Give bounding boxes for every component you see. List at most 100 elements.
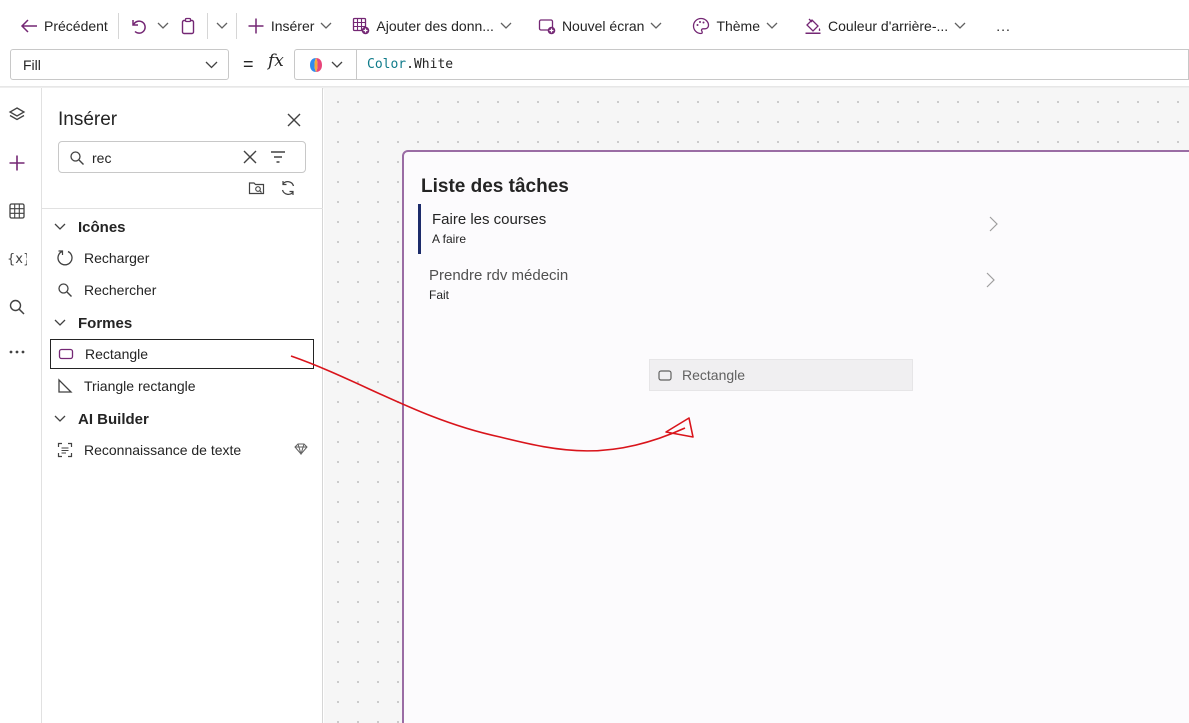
more-label: ... xyxy=(996,18,1011,34)
chevron-down-icon xyxy=(331,61,343,68)
background-color-button[interactable]: Couleur d'arrière-... xyxy=(798,10,972,42)
undo-button[interactable] xyxy=(123,10,153,42)
folder-search-icon[interactable] xyxy=(248,180,266,196)
divider xyxy=(117,13,119,39)
section-header-icons[interactable]: Icônes xyxy=(54,215,126,239)
rectangle-icon xyxy=(658,369,672,381)
left-rail: {x} xyxy=(0,88,42,723)
formula-input[interactable]: Color .White xyxy=(356,49,1189,80)
copilot-button[interactable] xyxy=(294,49,356,80)
formula-bar: Fill = fx Color .White xyxy=(0,48,1189,84)
chevron-down-icon xyxy=(500,22,512,29)
close-panel-button[interactable] xyxy=(284,110,304,130)
insert-item-triangle-rectangle[interactable]: Triangle rectangle xyxy=(50,371,314,401)
paste-dropdown[interactable] xyxy=(212,10,232,42)
palette-icon xyxy=(693,17,710,35)
insert-label: Insérer xyxy=(270,18,315,34)
divider xyxy=(235,13,237,39)
property-selector[interactable]: Fill xyxy=(10,49,229,80)
rectangle-icon xyxy=(57,345,75,363)
fx-label: fx xyxy=(268,51,284,71)
add-data-button[interactable]: Ajouter des donn... xyxy=(346,10,518,42)
insert-panel: Insérer Icônes Recharger Rechercher Form… xyxy=(42,88,323,723)
item-label: Rechercher xyxy=(84,282,157,298)
text-recognition-icon xyxy=(56,441,74,459)
section-label: Icônes xyxy=(78,218,126,236)
theme-label: Thème xyxy=(716,18,761,34)
clipboard-icon xyxy=(181,17,195,35)
gallery-row[interactable]: Prendre rdv médecin Fait xyxy=(418,260,1000,310)
insert-item-rectangle[interactable]: Rectangle xyxy=(50,339,314,369)
row-subtitle: A faire xyxy=(432,232,467,246)
panel-tools xyxy=(248,180,296,196)
close-icon xyxy=(287,113,301,127)
plus-icon xyxy=(9,155,25,171)
chevron-down-icon xyxy=(54,319,66,326)
search-rail-button[interactable] xyxy=(0,290,34,324)
chevron-right-icon[interactable] xyxy=(989,216,998,232)
back-button[interactable]: Précédent xyxy=(14,10,114,42)
chevron-down-icon xyxy=(54,223,66,230)
svg-text:{x}: {x} xyxy=(7,252,27,267)
app-screen[interactable]: Liste des tâches Faire les courses A fai… xyxy=(402,150,1189,723)
new-screen-icon xyxy=(538,19,556,35)
undo-icon xyxy=(132,20,146,34)
insert-item-text-recognition[interactable]: Reconnaissance de texte xyxy=(50,435,314,465)
table-icon xyxy=(9,203,25,219)
clear-search-icon[interactable] xyxy=(243,150,257,164)
row-title: Faire les courses xyxy=(432,211,547,228)
equals-sign: = xyxy=(243,54,254,74)
gallery-row[interactable]: Faire les courses A faire xyxy=(418,204,1000,254)
insert-button[interactable]: Insérer xyxy=(241,10,339,42)
chevron-down-icon xyxy=(766,22,778,29)
paste-button[interactable] xyxy=(173,10,203,42)
undo-dropdown[interactable] xyxy=(153,10,173,42)
chevron-down-icon xyxy=(157,22,169,29)
refresh-icon[interactable] xyxy=(280,180,296,196)
insert-rail-button[interactable] xyxy=(0,146,34,180)
premium-diamond-icon xyxy=(294,443,308,455)
arrow-left-icon xyxy=(20,19,37,33)
filter-icon[interactable] xyxy=(270,150,286,164)
chevron-down-icon xyxy=(954,22,966,29)
chevron-down-icon xyxy=(320,22,332,29)
new-screen-button[interactable]: Nouvel écran xyxy=(532,10,669,42)
drag-preview-rectangle: Rectangle xyxy=(649,359,913,391)
theme-button[interactable]: Thème xyxy=(686,10,784,42)
formula-property-token: .White xyxy=(406,57,454,72)
item-label: Recharger xyxy=(84,250,150,266)
item-label: Rectangle xyxy=(85,346,149,362)
copilot-icon xyxy=(310,57,322,72)
chevron-down-icon xyxy=(205,61,218,68)
section-header-ai-builder[interactable]: AI Builder xyxy=(54,407,149,431)
section-label: AI Builder xyxy=(78,410,149,428)
search-input[interactable] xyxy=(92,148,232,168)
paint-bucket-icon xyxy=(805,18,821,34)
search-box xyxy=(58,141,306,173)
right-triangle-icon xyxy=(56,377,74,395)
tree-view-button[interactable] xyxy=(0,98,34,132)
property-value: Fill xyxy=(23,56,41,73)
more-button[interactable]: ... xyxy=(990,10,1017,42)
more-rail-button[interactable] xyxy=(0,335,34,369)
add-data-label: Ajouter des donn... xyxy=(376,18,494,34)
layers-icon xyxy=(8,107,26,121)
section-header-shapes[interactable]: Formes xyxy=(54,311,132,335)
row-title: Prendre rdv médecin xyxy=(429,267,569,284)
more-horizontal-icon xyxy=(9,350,25,354)
panel-title: Insérer xyxy=(58,109,118,130)
back-label: Précédent xyxy=(44,18,108,34)
chevron-down-icon xyxy=(650,22,662,29)
variables-rail-button[interactable]: {x} xyxy=(0,241,34,275)
plus-icon xyxy=(248,18,264,34)
item-label: Triangle rectangle xyxy=(84,378,196,394)
table-add-icon xyxy=(353,17,370,35)
insert-item-recharger[interactable]: Recharger xyxy=(50,243,314,273)
chevron-right-icon[interactable] xyxy=(986,272,995,288)
chevron-down-icon xyxy=(216,22,228,29)
new-screen-label: Nouvel écran xyxy=(561,18,645,34)
search-icon xyxy=(9,299,25,315)
data-rail-button[interactable] xyxy=(0,194,34,228)
insert-item-rechercher[interactable]: Rechercher xyxy=(50,275,314,305)
section-label: Formes xyxy=(78,314,133,332)
